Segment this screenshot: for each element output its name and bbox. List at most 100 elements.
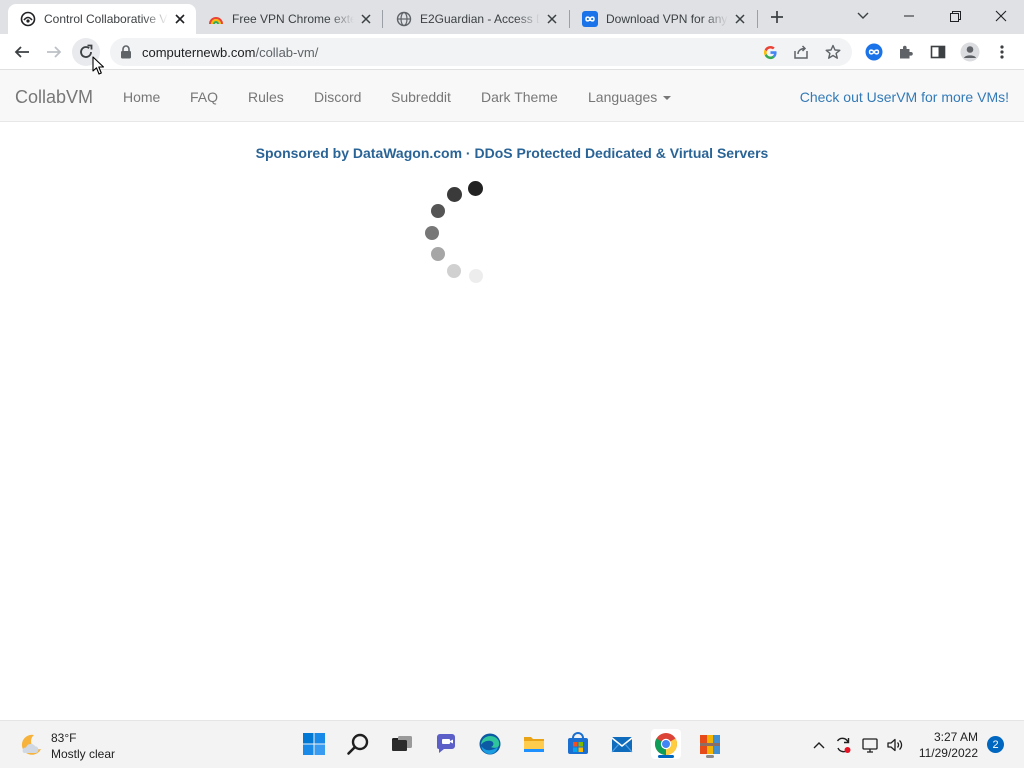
spinner-dot bbox=[425, 226, 439, 240]
task-view-icon bbox=[392, 736, 412, 751]
nav-subreddit[interactable]: Subreddit bbox=[391, 89, 451, 105]
tab-title: Download VPN for any device bbox=[606, 12, 728, 26]
url-domain: computernewb.com bbox=[142, 45, 256, 60]
brand-logo[interactable]: CollabVM bbox=[15, 87, 93, 108]
sync-icon bbox=[836, 737, 851, 753]
start-button[interactable] bbox=[299, 729, 329, 759]
menu-button[interactable] bbox=[988, 38, 1016, 66]
spinner-dot bbox=[468, 181, 483, 196]
edge-button[interactable] bbox=[475, 729, 505, 759]
loading-spinner bbox=[420, 178, 500, 288]
chevron-down-icon bbox=[857, 12, 869, 19]
store-icon bbox=[568, 732, 588, 754]
tab-title: Free VPN Chrome extension bbox=[232, 12, 354, 26]
back-button[interactable] bbox=[8, 38, 36, 66]
caret-down-icon bbox=[663, 96, 672, 101]
network-icon bbox=[862, 738, 878, 753]
arrow-left-icon bbox=[14, 46, 29, 58]
teams-chat-button[interactable] bbox=[431, 729, 461, 759]
spinner-dot bbox=[447, 187, 462, 202]
volume-tray-button[interactable] bbox=[885, 735, 905, 755]
running-indicator bbox=[658, 755, 674, 758]
weather-temperature: 83°F bbox=[51, 731, 77, 745]
minimize-button[interactable] bbox=[886, 0, 932, 32]
tab-separator bbox=[757, 10, 758, 28]
star-icon[interactable] bbox=[824, 43, 842, 61]
tab-title: Control Collaborative Virtual Machines! bbox=[44, 12, 168, 26]
site-navbar: CollabVM Home FAQ Rules Discord Subreddi… bbox=[0, 70, 1024, 122]
tab-search-button[interactable] bbox=[840, 0, 886, 32]
sponsor-banner[interactable]: Sponsored by DataWagon.com · DDoS Protec… bbox=[0, 145, 1024, 161]
network-tray-button[interactable] bbox=[860, 735, 880, 755]
file-explorer-button[interactable] bbox=[519, 729, 549, 759]
close-tab-icon[interactable] bbox=[172, 11, 188, 27]
spinner-dot bbox=[431, 204, 445, 218]
notification-badge[interactable]: 2 bbox=[987, 736, 1004, 753]
running-indicator bbox=[706, 755, 714, 758]
nav-faq[interactable]: FAQ bbox=[190, 89, 218, 105]
infinity-icon bbox=[865, 43, 883, 61]
nav-languages-label: Languages bbox=[588, 89, 658, 105]
arrow-right-icon bbox=[47, 46, 62, 58]
spinner-dot bbox=[431, 247, 445, 261]
winrar-button[interactable] bbox=[695, 729, 725, 759]
mouse-cursor-icon bbox=[92, 56, 105, 75]
google-translate-icon[interactable] bbox=[761, 43, 779, 61]
minimize-icon bbox=[904, 15, 914, 17]
rainbow-icon bbox=[208, 11, 224, 27]
moon-cloud-icon[interactable] bbox=[18, 732, 44, 758]
collabvm-icon bbox=[20, 11, 36, 27]
new-tab-button[interactable] bbox=[766, 6, 788, 28]
globe-icon bbox=[396, 11, 412, 27]
folder-icon bbox=[524, 737, 544, 752]
share-icon[interactable] bbox=[792, 43, 810, 61]
archive-icon bbox=[700, 735, 720, 754]
nav-rules[interactable]: Rules bbox=[248, 89, 284, 105]
restore-button[interactable] bbox=[932, 0, 978, 32]
taskbar-clock[interactable]: 3:27 AM 11/29/2022 bbox=[919, 729, 978, 761]
close-window-button[interactable] bbox=[978, 0, 1024, 32]
chevron-up-icon bbox=[813, 742, 825, 749]
plus-icon bbox=[771, 11, 783, 23]
tab-strip: Control Collaborative Virtual Machines! … bbox=[0, 0, 1024, 34]
extensions-button[interactable] bbox=[892, 38, 920, 66]
side-panel-icon bbox=[930, 45, 946, 59]
mail-icon bbox=[611, 737, 633, 753]
chat-icon bbox=[437, 734, 455, 753]
kebab-menu-icon bbox=[1000, 45, 1004, 59]
side-panel-button[interactable] bbox=[924, 38, 952, 66]
search-button[interactable] bbox=[343, 729, 373, 759]
puzzle-icon bbox=[900, 45, 913, 59]
clock-date: 11/29/2022 bbox=[918, 746, 978, 760]
spinner-dot bbox=[447, 264, 461, 278]
infinity-icon bbox=[582, 11, 598, 27]
nav-dark-theme[interactable]: Dark Theme bbox=[481, 89, 558, 105]
search-icon bbox=[347, 733, 369, 755]
close-tab-icon[interactable] bbox=[358, 11, 374, 27]
nav-discord[interactable]: Discord bbox=[314, 89, 361, 105]
microsoft-store-button[interactable] bbox=[563, 729, 593, 759]
nav-languages-dropdown[interactable]: Languages bbox=[588, 89, 672, 105]
forward-button[interactable] bbox=[40, 38, 68, 66]
profile-button[interactable] bbox=[956, 38, 984, 66]
tab-e2guardian[interactable]: E2Guardian - Access Denied bbox=[384, 4, 568, 34]
nav-home[interactable]: Home bbox=[123, 89, 160, 105]
windows-start-icon bbox=[303, 733, 325, 755]
chrome-button[interactable] bbox=[651, 729, 681, 759]
mail-button[interactable] bbox=[607, 729, 637, 759]
tab-separator bbox=[382, 10, 383, 28]
address-bar[interactable]: computernewb.com/collab-vm/ bbox=[110, 38, 852, 66]
sync-tray-button[interactable] bbox=[833, 735, 853, 755]
show-hidden-icons-button[interactable] bbox=[809, 735, 829, 755]
vpn-extension-button[interactable] bbox=[860, 38, 888, 66]
tab-title: E2Guardian - Access Denied bbox=[420, 12, 540, 26]
tab-collabvm[interactable]: Control Collaborative Virtual Machines! bbox=[8, 4, 196, 34]
tab-free-vpn[interactable]: Free VPN Chrome extension bbox=[196, 4, 382, 34]
restore-icon bbox=[949, 10, 961, 22]
spinner-dot bbox=[469, 269, 483, 283]
uservm-link[interactable]: Check out UserVM for more VMs! bbox=[800, 89, 1009, 105]
task-view-button[interactable] bbox=[387, 729, 417, 759]
close-tab-icon[interactable] bbox=[732, 11, 748, 27]
tab-download-vpn[interactable]: Download VPN for any device bbox=[570, 4, 756, 34]
close-tab-icon[interactable] bbox=[544, 11, 560, 27]
